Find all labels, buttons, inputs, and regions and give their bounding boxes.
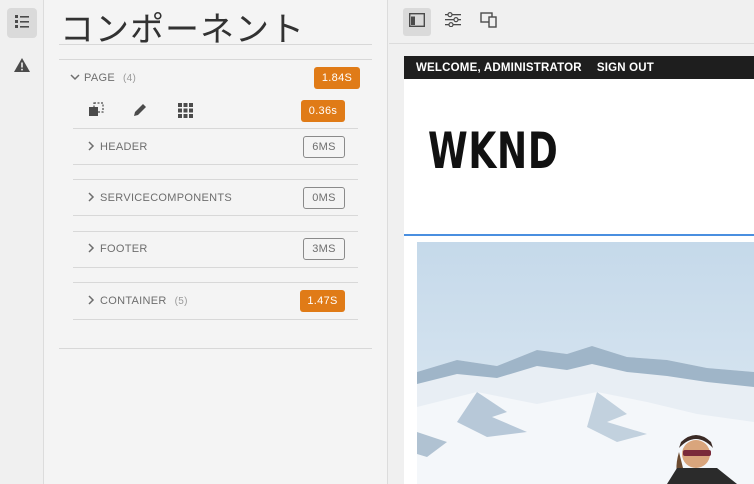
timing-badge: 0MS bbox=[303, 187, 345, 209]
sliders-icon bbox=[445, 11, 461, 32]
layout-view-button[interactable] bbox=[403, 8, 431, 36]
divider bbox=[73, 179, 358, 180]
tree-item-label: FOOTER bbox=[100, 243, 148, 255]
site-top-bar: WELCOME, ADMINISTRATOR SIGN OUT bbox=[404, 56, 754, 79]
layout-icon bbox=[408, 12, 426, 32]
timing-badge: 1.84S bbox=[314, 67, 360, 89]
timing-badge: 1.47S bbox=[300, 290, 345, 312]
tree-item-count: (5) bbox=[174, 295, 188, 307]
tree-item-label: SERVICECOMPONENTS bbox=[100, 192, 233, 204]
chevron-right-icon[interactable] bbox=[86, 242, 100, 256]
select-parent-icon[interactable] bbox=[88, 102, 104, 118]
tools-timing-badge: 0.36s bbox=[301, 100, 345, 122]
warnings-button[interactable] bbox=[7, 52, 37, 82]
divider bbox=[73, 215, 358, 216]
chevron-down-icon[interactable] bbox=[70, 71, 84, 85]
tree-item-servicecomponents[interactable]: SERVICECOMPONENTS bbox=[86, 191, 232, 205]
components-panel: コンポーネント PAGE (4) 1.84S 0.36s HEADER 6MS … bbox=[44, 0, 388, 484]
divider bbox=[73, 164, 358, 165]
warning-icon bbox=[13, 57, 31, 78]
grid-icon[interactable] bbox=[177, 102, 193, 118]
devices-icon bbox=[480, 11, 498, 33]
timing-badge: 6MS bbox=[303, 136, 345, 158]
tree-item-header[interactable]: HEADER bbox=[86, 140, 148, 154]
tree-item-page[interactable]: PAGE (4) bbox=[70, 71, 136, 85]
timing-badge: 3MS bbox=[303, 238, 345, 260]
list-icon bbox=[14, 13, 30, 34]
tree-item-label: HEADER bbox=[100, 141, 148, 153]
tree-item-count: (4) bbox=[122, 72, 137, 84]
welcome-text: WELCOME, ADMINISTRATOR bbox=[416, 61, 582, 74]
divider bbox=[59, 348, 372, 349]
chevron-right-icon[interactable] bbox=[86, 140, 100, 154]
divider bbox=[73, 267, 358, 268]
tree-item-footer[interactable]: FOOTER bbox=[86, 242, 148, 256]
app-root: コンポーネント PAGE (4) 1.84S 0.36s HEADER 6MS … bbox=[0, 0, 754, 484]
sign-out-link[interactable]: SIGN OUT bbox=[597, 62, 654, 74]
preview-toolbar bbox=[389, 0, 754, 44]
left-rail bbox=[0, 0, 44, 484]
device-preview-button[interactable] bbox=[475, 8, 503, 36]
divider bbox=[73, 128, 358, 129]
divider bbox=[59, 59, 372, 60]
edit-pencil-icon[interactable] bbox=[132, 102, 148, 118]
tree-item-label: PAGE bbox=[84, 72, 115, 84]
chevron-right-icon[interactable] bbox=[86, 294, 100, 308]
divider bbox=[59, 44, 372, 45]
divider bbox=[73, 282, 358, 283]
site-logo[interactable]: WKND bbox=[428, 122, 559, 180]
hero-image bbox=[417, 242, 754, 484]
tree-item-label: CONTAINER bbox=[100, 295, 167, 307]
selection-outline bbox=[404, 234, 754, 236]
tree-item-container[interactable]: CONTAINER (5) bbox=[86, 294, 188, 308]
divider bbox=[73, 319, 358, 320]
properties-button[interactable] bbox=[439, 8, 467, 36]
divider bbox=[73, 231, 358, 232]
chevron-right-icon[interactable] bbox=[86, 191, 100, 205]
component-tree-button[interactable] bbox=[7, 8, 37, 38]
page-preview-frame[interactable]: WELCOME, ADMINISTRATOR SIGN OUT WKND bbox=[404, 56, 754, 484]
